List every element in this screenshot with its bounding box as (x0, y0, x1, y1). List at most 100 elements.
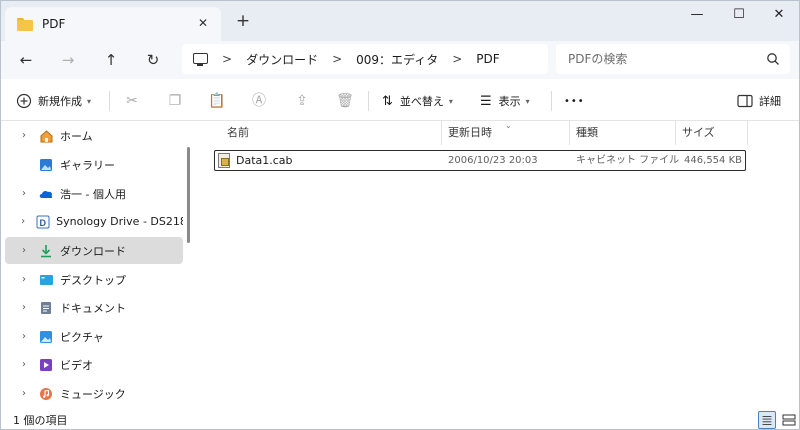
breadcrumb-separator[interactable]: > (452, 52, 462, 66)
home-icon (38, 128, 54, 144)
cut-icon[interactable]: ✂ (122, 91, 142, 111)
up-button[interactable]: ↑ (99, 48, 123, 72)
sidebar-item-label: ホーム (60, 129, 93, 143)
share-icon[interactable]: ⇪ (292, 91, 312, 111)
navigation-pane: › ホーム ギャラリー › 浩一 - 個人用 › D Synology Driv… (1, 121, 193, 411)
column-header-type[interactable]: 種類 (570, 121, 676, 145)
expand-chevron-icon[interactable]: › (17, 331, 31, 342)
column-header-name[interactable]: 名前 (221, 121, 442, 145)
refresh-button[interactable]: ↻ (141, 48, 165, 72)
tab-title: PDF (42, 17, 66, 31)
details-label: 詳細 (759, 95, 781, 108)
sort-label: 並べ替え (399, 95, 444, 108)
navigation-bar: ← → ↑ ↻ > ダウンロード > 009：エディタ > PDF (1, 41, 799, 79)
file-name: Data1.cab (236, 154, 293, 167)
expand-chevron-icon[interactable]: › (17, 216, 29, 227)
sidebar-item-videos[interactable]: › ビデオ (5, 351, 183, 378)
file-type: キャビネット ファイル (576, 155, 680, 166)
sidebar-item-label: ギャラリー (60, 158, 115, 172)
chevron-down-icon: ▾ (87, 96, 92, 106)
file-explorer-window: PDF ✕ + — ☐ ✕ ← → ↑ ↻ > ダウンロード > 009：エディ… (0, 0, 800, 430)
rename-icon[interactable]: Ⓐ (249, 91, 269, 111)
details-pane-icon (737, 94, 753, 108)
sidebar-item-synology[interactable]: › D Synology Drive - DS218j-H (5, 208, 183, 235)
sidebar-item-label: ピクチャ (60, 330, 104, 344)
column-header-modified[interactable]: 更新日時 (442, 121, 570, 145)
details-pane-button[interactable]: 詳細 (737, 89, 781, 113)
paste-icon[interactable]: 📋 (207, 91, 227, 111)
item-count: 1 個の項目 (13, 414, 68, 427)
forward-button[interactable]: → (56, 48, 80, 72)
minimize-button[interactable]: — (677, 1, 717, 29)
back-button[interactable]: ← (14, 48, 38, 72)
sidebar-scrollbar[interactable] (187, 147, 190, 243)
status-bar: 1 個の項目 (1, 409, 799, 429)
sort-icon: ⇅ (382, 93, 393, 109)
pictures-icon (38, 329, 54, 345)
expand-chevron-icon[interactable]: › (17, 245, 31, 256)
gallery-icon (38, 157, 54, 173)
new-tab-button[interactable]: + (233, 11, 253, 31)
divider (109, 91, 110, 111)
view-button[interactable]: ☰ 表示 ▾ (480, 89, 530, 113)
sidebar-item-home[interactable]: › ホーム (5, 122, 183, 149)
sidebar-item-label: ビデオ (60, 358, 93, 372)
sidebar-item-music[interactable]: › ミュージック (5, 380, 183, 407)
expand-chevron-icon[interactable]: › (17, 359, 31, 370)
expand-chevron-icon[interactable]: › (17, 388, 31, 399)
documents-icon (38, 300, 54, 316)
divider (368, 91, 369, 111)
search-icon[interactable] (766, 52, 780, 66)
sidebar-item-label: 浩一 - 個人用 (60, 187, 126, 201)
breadcrumb-pdf[interactable]: PDF (476, 52, 499, 66)
new-label: 新規作成 (38, 95, 82, 108)
sidebar-item-label: ミュージック (60, 387, 126, 401)
column-header-size[interactable]: サイズ (676, 121, 748, 145)
sort-button[interactable]: ⇅ 並べ替え ▾ (382, 89, 453, 113)
copy-icon[interactable]: ❐ (165, 91, 185, 111)
close-window-button[interactable]: ✕ (759, 1, 799, 29)
table-row[interactable]: Data1.cab 2006/10/23 20:03 キャビネット ファイル 4… (214, 150, 746, 171)
new-button[interactable]: 新規作成 ▾ (16, 89, 91, 113)
delete-icon[interactable]: 🗑 (335, 91, 355, 111)
tab-strip: PDF ✕ + — ☐ ✕ (1, 1, 799, 41)
sidebar-item-downloads[interactable]: › ダウンロード (5, 237, 183, 264)
sidebar-item-desktop[interactable]: › デスクトップ (5, 266, 183, 293)
sidebar-item-onedrive[interactable]: › 浩一 - 個人用 (5, 180, 183, 207)
expand-chevron-icon[interactable]: › (17, 188, 31, 199)
tiles-view-icon[interactable] (780, 411, 798, 429)
video-icon (38, 357, 54, 373)
maximize-button[interactable]: ☐ (719, 1, 759, 29)
sidebar-item-gallery[interactable]: ギャラリー (5, 151, 183, 178)
desktop-icon (38, 272, 54, 288)
search-box[interactable] (556, 44, 790, 74)
search-input[interactable] (568, 52, 758, 66)
sidebar-item-pictures[interactable]: › ピクチャ (5, 323, 183, 350)
file-list: 名前 ⌄ 更新日時 種類 サイズ Data1.cab 2006/10/23 20… (199, 121, 799, 411)
expand-chevron-icon[interactable]: › (17, 130, 31, 141)
expand-chevron-icon[interactable]: › (17, 274, 31, 285)
cabinet-file-icon (218, 153, 230, 168)
folder-icon (17, 17, 33, 31)
sidebar-item-label: デスクトップ (60, 273, 126, 287)
more-options-button[interactable]: ••• (564, 89, 585, 113)
chevron-down-icon: ▾ (448, 96, 453, 106)
plus-circle-icon (16, 93, 32, 109)
divider (551, 91, 552, 111)
tab-close-icon[interactable]: ✕ (195, 15, 211, 31)
breadcrumb-downloads[interactable]: ダウンロード (246, 51, 318, 68)
expand-chevron-icon[interactable]: › (17, 302, 31, 313)
address-bar[interactable]: > ダウンロード > 009：エディタ > PDF (182, 44, 548, 74)
sidebar-item-label: Synology Drive - DS218j-H (56, 215, 183, 228)
breadcrumb-editor[interactable]: 009：エディタ (356, 51, 438, 68)
details-view-icon[interactable] (758, 411, 776, 429)
tab-pdf[interactable]: PDF ✕ (5, 7, 221, 41)
this-pc-icon[interactable] (192, 51, 208, 67)
breadcrumb-separator[interactable]: > (222, 52, 232, 66)
sidebar-item-documents[interactable]: › ドキュメント (5, 294, 183, 321)
download-icon (38, 243, 54, 259)
file-size: 446,554 KB (684, 155, 742, 166)
sidebar-item-label: ドキュメント (60, 301, 126, 315)
breadcrumb-separator[interactable]: > (332, 52, 342, 66)
file-modified: 2006/10/23 20:03 (448, 155, 538, 166)
